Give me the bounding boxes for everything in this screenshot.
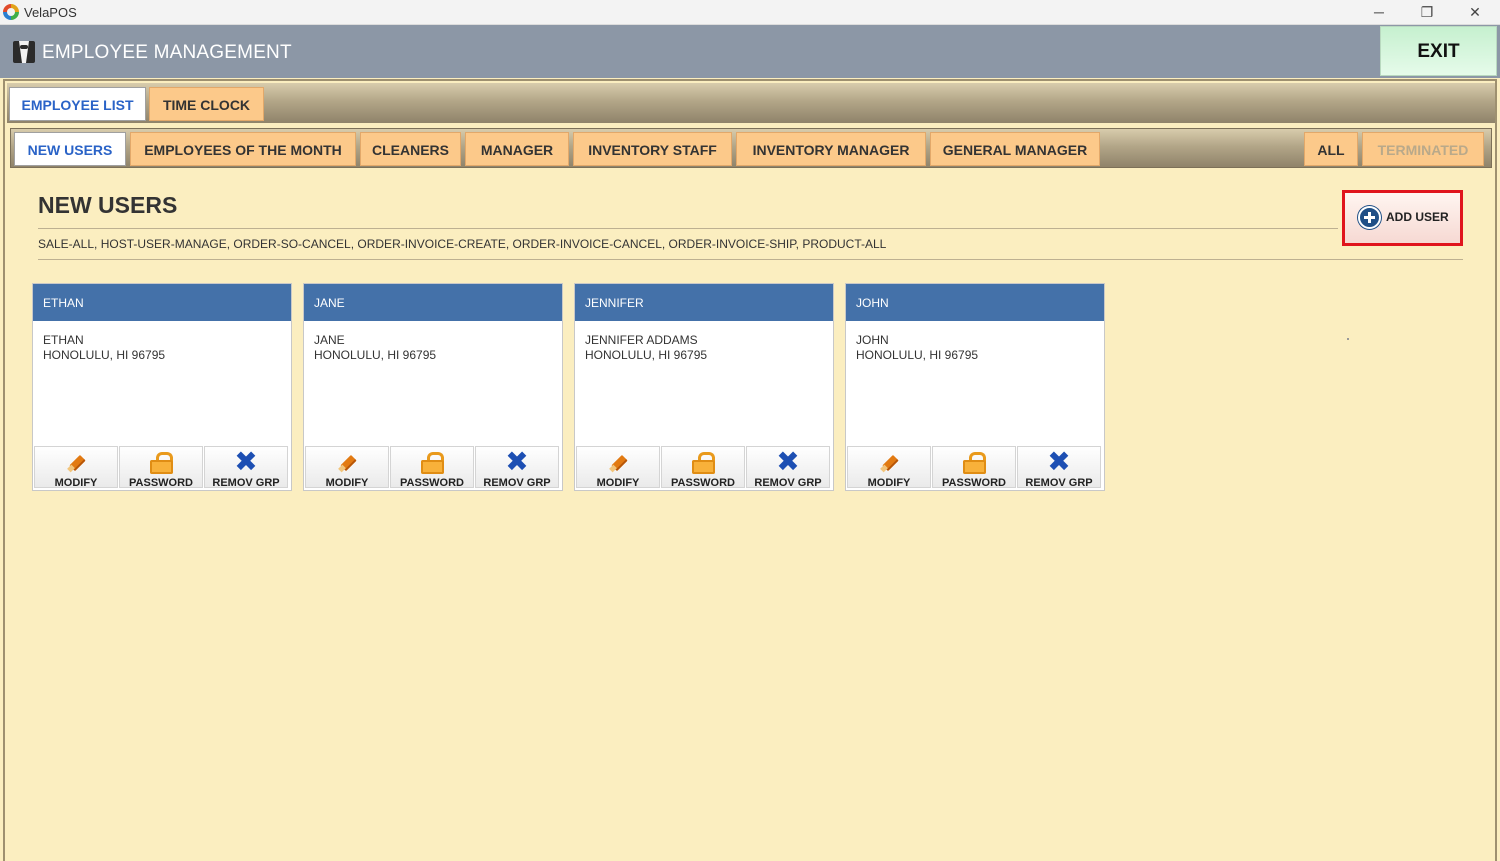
- card-header-name: JENNIFER: [585, 296, 644, 310]
- plus-circle-icon: [1358, 206, 1381, 229]
- employee-card: JANE JANE HONOLULU, HI 96795 MODIFY PASS…: [303, 283, 563, 491]
- card-header: JOHN: [846, 284, 1104, 321]
- employee-card: JOHN JOHN HONOLULU, HI 96795 MODIFY PASS…: [845, 283, 1105, 491]
- modify-label: MODIFY: [596, 477, 640, 488]
- password-label: PASSWORD: [671, 477, 735, 488]
- modify-button[interactable]: MODIFY: [847, 446, 931, 488]
- card-header-name: JOHN: [856, 296, 889, 310]
- card-header-name: ETHAN: [43, 296, 84, 310]
- tab-time-clock[interactable]: TIME CLOCK: [149, 87, 264, 121]
- add-user-button[interactable]: ADD USER: [1342, 190, 1463, 246]
- add-user-label: ADD USER: [1386, 210, 1449, 224]
- pencil-icon: [881, 453, 899, 471]
- window-title: VelaPOS: [24, 5, 77, 20]
- card-header: JANE: [304, 284, 562, 321]
- close-x-icon: ✖: [505, 446, 529, 478]
- group-tab-strip: NEW USERS EMPLOYEES OF THE MONTH CLEANER…: [10, 128, 1492, 168]
- employee-address: HONOLULU, HI 96795: [585, 348, 708, 362]
- modify-label: MODIFY: [325, 477, 369, 488]
- lock-icon: [421, 452, 444, 474]
- remove-group-button[interactable]: ✖ REMOV GRP: [1017, 446, 1101, 488]
- employee-address: HONOLULU, HI 96795: [43, 348, 166, 362]
- lock-icon: [692, 452, 715, 474]
- main-tab-strip: EMPLOYEE LIST TIME CLOCK: [7, 83, 1495, 123]
- password-button[interactable]: PASSWORD: [932, 446, 1016, 488]
- card-header: ETHAN: [33, 284, 291, 321]
- page-header: EMPLOYEE MANAGEMENT: [0, 25, 1500, 78]
- employee-address: HONOLULU, HI 96795: [314, 348, 437, 362]
- tab-inventory-staff[interactable]: INVENTORY STAFF: [573, 132, 732, 166]
- employee-name: JOHN: [856, 333, 889, 347]
- password-label: PASSWORD: [400, 477, 464, 488]
- pencil-icon: [68, 453, 86, 471]
- employee-address: HONOLULU, HI 96795: [856, 348, 979, 362]
- app-logo-icon: [3, 4, 19, 20]
- close-x-icon: ✖: [776, 446, 800, 478]
- modify-button[interactable]: MODIFY: [34, 446, 118, 488]
- remove-group-button[interactable]: ✖ REMOV GRP: [746, 446, 830, 488]
- pencil-icon: [339, 453, 357, 471]
- employee-card: ETHAN ETHAN HONOLULU, HI 96795 MODIFY PA…: [32, 283, 292, 491]
- remove-group-label: REMOV GRP: [212, 477, 280, 488]
- remove-group-label: REMOV GRP: [1025, 477, 1093, 488]
- pencil-icon: [610, 453, 628, 471]
- tab-inventory-manager[interactable]: INVENTORY MANAGER: [736, 132, 926, 166]
- tab-terminated[interactable]: TERMINATED: [1362, 132, 1484, 166]
- tab-employee-list[interactable]: EMPLOYEE LIST: [9, 87, 146, 121]
- tab-new-users[interactable]: NEW USERS: [14, 132, 126, 166]
- tab-cleaners[interactable]: CLEANERS: [360, 132, 461, 166]
- close-button[interactable]: ✕: [1451, 0, 1499, 25]
- tab-employees-of-the-month[interactable]: EMPLOYEES OF THE MONTH: [130, 132, 356, 166]
- tab-manager[interactable]: MANAGER: [465, 132, 569, 166]
- lock-icon: [150, 452, 173, 474]
- modify-label: MODIFY: [54, 477, 98, 488]
- exit-button[interactable]: EXIT: [1380, 26, 1497, 76]
- card-header: JENNIFER: [575, 284, 833, 321]
- employee-name: JANE: [314, 333, 345, 347]
- window-titlebar: VelaPOS ─ ❐ ✕: [0, 0, 1500, 25]
- employee-name: ETHAN: [43, 333, 84, 347]
- tab-general-manager[interactable]: GENERAL MANAGER: [930, 132, 1100, 166]
- employee-card: JENNIFER JENNIFER ADDAMS HONOLULU, HI 96…: [574, 283, 834, 491]
- divider: [38, 228, 1338, 229]
- close-x-icon: ✖: [1047, 446, 1071, 478]
- employee-name: JENNIFER ADDAMS: [585, 333, 698, 347]
- password-button[interactable]: PASSWORD: [390, 446, 474, 488]
- remove-group-label: REMOV GRP: [483, 477, 551, 488]
- tuxedo-icon: [13, 41, 35, 63]
- modify-button[interactable]: MODIFY: [305, 446, 389, 488]
- section-title: NEW USERS: [38, 192, 178, 218]
- password-button[interactable]: PASSWORD: [661, 446, 745, 488]
- close-x-icon: ✖: [234, 446, 258, 478]
- maximize-button[interactable]: ❐: [1403, 0, 1451, 25]
- remove-group-button[interactable]: ✖ REMOV GRP: [204, 446, 288, 488]
- card-header-name: JANE: [314, 296, 345, 310]
- lock-icon: [963, 452, 986, 474]
- modify-button[interactable]: MODIFY: [576, 446, 660, 488]
- minimize-button[interactable]: ─: [1355, 0, 1403, 25]
- password-label: PASSWORD: [129, 477, 193, 488]
- password-button[interactable]: PASSWORD: [119, 446, 203, 488]
- modify-label: MODIFY: [867, 477, 911, 488]
- remove-group-label: REMOV GRP: [754, 477, 822, 488]
- page-title: EMPLOYEE MANAGEMENT: [42, 42, 292, 63]
- stray-dot: [1347, 338, 1349, 340]
- password-label: PASSWORD: [942, 477, 1006, 488]
- remove-group-button[interactable]: ✖ REMOV GRP: [475, 446, 559, 488]
- permissions-list: SALE-ALL, HOST-USER-MANAGE, ORDER-SO-CAN…: [38, 237, 887, 251]
- tab-all[interactable]: ALL: [1304, 132, 1358, 166]
- divider: [38, 259, 1463, 260]
